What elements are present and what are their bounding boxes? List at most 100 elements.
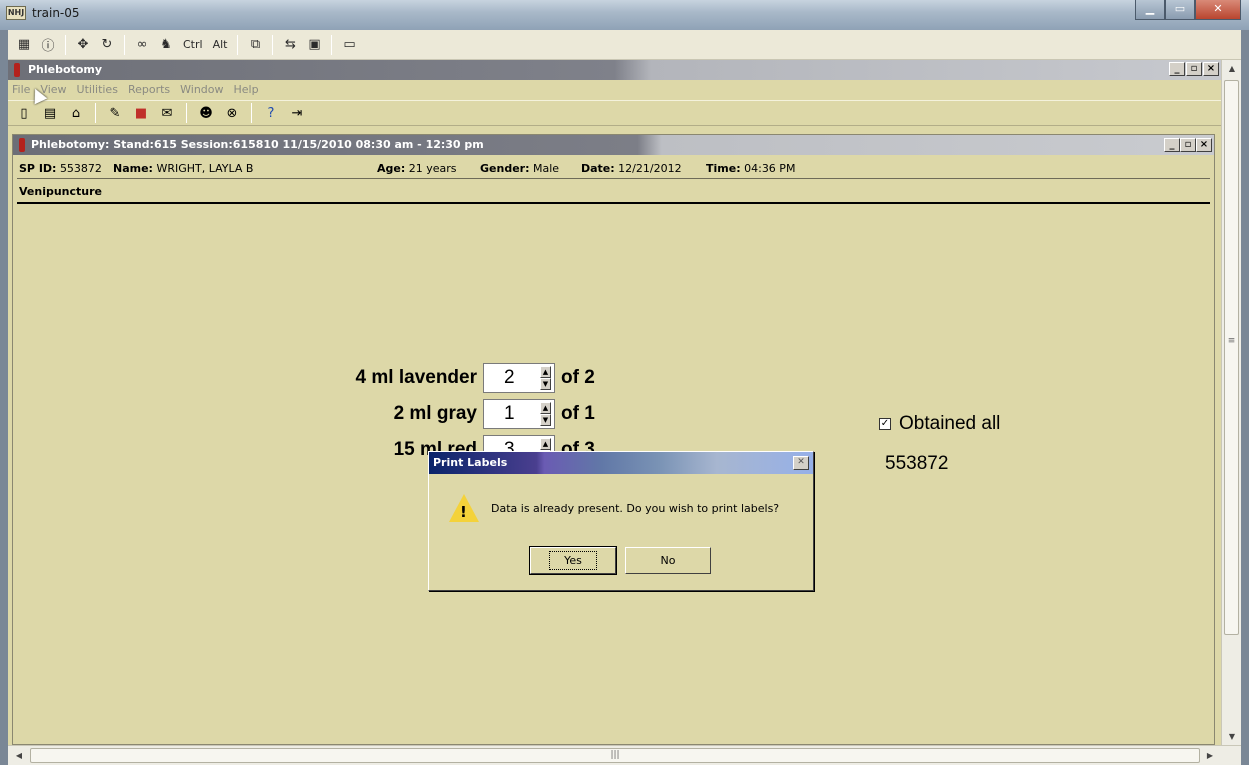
new-icon[interactable]: ▯ (14, 103, 34, 123)
app-minimize-button[interactable]: _ (1169, 62, 1185, 76)
spin-up-icon[interactable]: ▲ (540, 402, 551, 414)
checkbox-checked-icon[interactable]: ✓ (879, 418, 891, 430)
yes-button-label[interactable]: Yes (549, 551, 597, 570)
dialog-title: Print Labels (433, 456, 508, 469)
app-logo-icon: NHJ (6, 6, 26, 20)
tube-icon (19, 138, 25, 152)
outer-maximize-button[interactable]: ▭ (1165, 0, 1195, 20)
child-close-button[interactable]: × (1196, 138, 1212, 152)
save-icon[interactable]: ▣ (304, 35, 324, 55)
shortcut-icon[interactable]: ♞ (156, 35, 176, 55)
tube-row: 2 ml gray 1 ▲ ▼ of 1 (313, 399, 595, 429)
scroll-right-icon[interactable]: ▶ (1201, 746, 1219, 765)
scroll-thumb[interactable]: ≡ (1224, 80, 1239, 635)
print-labels-dialog: Print Labels ✕ ! Data is already present… (428, 451, 814, 591)
menu-bar: File View Utilities Reports Window Help (8, 80, 1221, 100)
vertical-scrollbar[interactable]: ▲ ≡ ▼ (1221, 60, 1241, 745)
info-icon[interactable]: ⓘ (38, 35, 58, 55)
outer-window-titlebar: NHJ train-05 ▁ ▭ ✕ (0, 0, 1249, 30)
tube-row: 4 ml lavender 2 ▲ ▼ of 2 (313, 363, 595, 393)
spin-down-icon[interactable]: ▼ (540, 414, 551, 426)
transfer-icon[interactable]: ⇆ (280, 35, 300, 55)
sp-id-label: SP ID: (19, 162, 57, 175)
glasses-icon[interactable]: ∞ (132, 35, 152, 55)
scroll-up-icon[interactable]: ▲ (1222, 60, 1242, 77)
menu-reports[interactable]: Reports (128, 80, 170, 100)
tube-count-spinner[interactable]: ▲▼ (537, 363, 555, 393)
warning-exclamation-icon: ! (460, 503, 467, 521)
dialog-titlebar: Print Labels ✕ (429, 452, 813, 474)
menu-file[interactable]: File (12, 80, 30, 100)
age-label: Age: (377, 162, 406, 175)
gender-label: Gender: (480, 162, 530, 175)
people-icon[interactable]: ☻ (196, 103, 216, 123)
tube-icon (14, 63, 20, 77)
tube-total: of 1 (561, 403, 595, 424)
time-label: Time: (706, 162, 741, 175)
tube-total: of 2 (561, 367, 595, 388)
dialog-close-button[interactable]: ✕ (793, 456, 809, 470)
exit-icon[interactable]: ⇥ (287, 103, 307, 123)
clipboard-icon[interactable]: ▤ (40, 103, 60, 123)
help-icon[interactable]: ? (261, 103, 281, 123)
app-restore-button[interactable]: ▫ (1186, 62, 1202, 76)
cancel-icon[interactable]: ⊗ (222, 103, 242, 123)
section-title: Venipuncture (19, 185, 103, 198)
age-value: 21 years (408, 162, 457, 175)
spin-up-icon[interactable]: ▲ (540, 366, 551, 378)
name-label: Name: (113, 162, 153, 175)
menu-help[interactable]: Help (234, 80, 259, 100)
child-maximize-button[interactable]: ▫ (1180, 138, 1196, 152)
red-stop-icon[interactable]: ■ (131, 103, 151, 123)
spin-up-icon[interactable]: ▲ (540, 438, 551, 450)
app-close-button[interactable]: × (1203, 62, 1219, 76)
label-icon[interactable]: ✉ (157, 103, 177, 123)
app-toolbar: ▯ ▤ ⌂ ✎ ■ ✉ ☻ ⊗ ? ⇥ (8, 100, 1221, 126)
tube-count-input[interactable]: 1 (483, 399, 537, 429)
venipuncture-child-window: Phlebotomy: Stand:615 Session:615810 11/… (12, 134, 1215, 745)
tube-count-spinner[interactable]: ▲▼ (537, 399, 555, 429)
refresh-icon[interactable]: ↻ (97, 35, 117, 55)
horizontal-scrollbar[interactable]: ◀ ||| ▶ (8, 745, 1241, 765)
menu-utilities[interactable]: Utilities (77, 80, 118, 100)
outer-minimize-button[interactable]: ▁ (1135, 0, 1165, 20)
outer-close-button[interactable]: ✕ (1195, 0, 1241, 20)
section-divider (17, 202, 1210, 204)
scroll-down-icon[interactable]: ▼ (1222, 728, 1242, 745)
phlebotomy-app-window: Phlebotomy _ ▫ × ▲ ≡ ▼ File View Utiliti… (8, 60, 1241, 765)
copy-icon[interactable]: ⧉ (245, 35, 265, 55)
child-title: Phlebotomy: Stand:615 Session:615810 11/… (31, 138, 484, 151)
dialog-message: Data is already present. Do you wish to … (491, 502, 780, 515)
tube-label: 2 ml gray (393, 403, 477, 424)
ctrl-key-button[interactable]: Ctrl (180, 35, 206, 55)
outer-window-title: train-05 (32, 6, 80, 20)
hscroll-thumb[interactable]: ||| (30, 748, 1200, 763)
child-minimize-button[interactable]: _ (1164, 138, 1180, 152)
sp-number-display: 553872 (885, 453, 949, 474)
properties-icon[interactable]: ▦ (14, 35, 34, 55)
no-button[interactable]: No (625, 547, 711, 574)
scroll-left-icon[interactable]: ◀ (10, 746, 28, 765)
move-icon[interactable]: ✥ (73, 35, 93, 55)
app-title: Phlebotomy (28, 63, 103, 76)
tube-label: 4 ml lavender (355, 367, 477, 388)
obtained-all-label[interactable]: Obtained all (899, 413, 1000, 435)
time-value: 04:36 PM (744, 162, 796, 175)
alt-key-button[interactable]: Alt (210, 35, 231, 55)
participant-info-bar: SP ID: 553872 Name: WRIGHT, LAYLA B Age:… (17, 159, 1210, 179)
spin-down-icon[interactable]: ▼ (540, 378, 551, 390)
tube-count-input[interactable]: 2 (483, 363, 537, 393)
sp-id-value: 553872 (59, 162, 102, 175)
window-icon[interactable]: ▭ (339, 35, 359, 55)
citrix-toolbar: ▦ ⓘ ✥ ↻ ∞ ♞ Ctrl Alt ⧉ ⇆ ▣ ▭ (8, 30, 1241, 60)
needle-icon[interactable]: ✎ (105, 103, 125, 123)
name-value: WRIGHT, LAYLA B (156, 162, 254, 175)
gender-value: Male (532, 162, 560, 175)
yes-button[interactable]: Yes (529, 546, 617, 575)
obtained-all-checkbox[interactable]: ✓ Obtained all (879, 413, 1000, 435)
menu-window[interactable]: Window (180, 80, 223, 100)
child-titlebar: Phlebotomy: Stand:615 Session:615810 11/… (13, 135, 1214, 155)
open-folder-icon[interactable]: ⌂ (66, 103, 86, 123)
date-value: 12/21/2012 (618, 162, 682, 175)
date-label: Date: (581, 162, 615, 175)
